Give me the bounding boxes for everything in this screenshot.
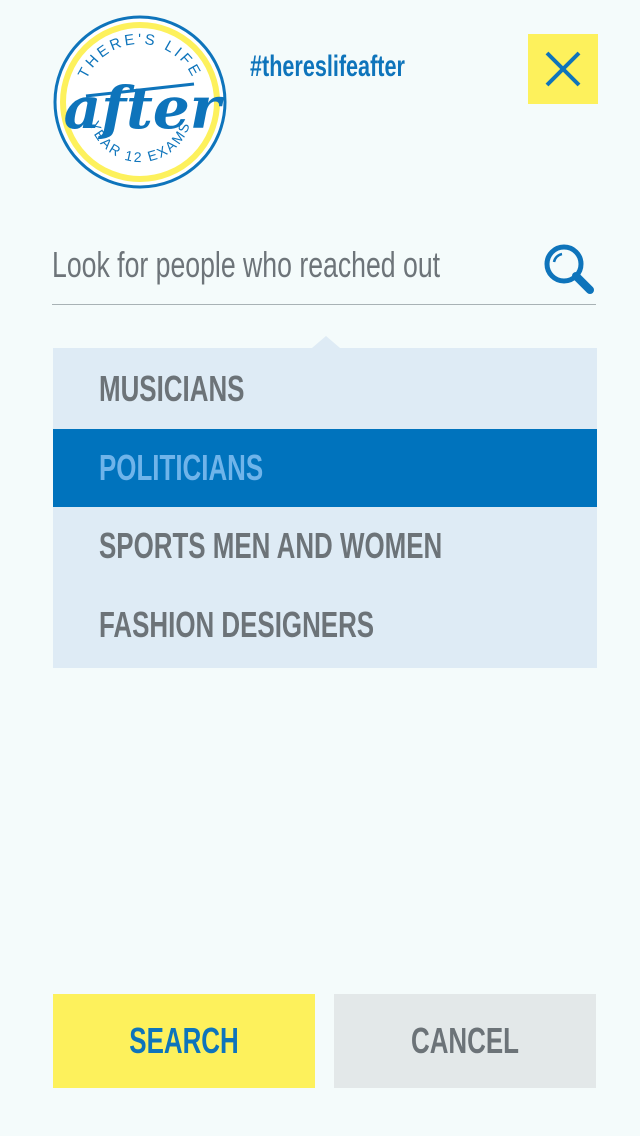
dropdown-item-label: POLITICIANS xyxy=(99,447,264,488)
search-input[interactable] xyxy=(52,240,496,290)
dropdown-item-politicians[interactable]: POLITICIANS xyxy=(53,429,597,507)
search-submit-button[interactable] xyxy=(542,242,598,298)
logo-main-text: after xyxy=(64,74,225,142)
hashtag-label: #thereslifeafter xyxy=(250,50,405,83)
close-button[interactable] xyxy=(528,34,598,104)
search-button-label: SEARCH xyxy=(129,1020,239,1061)
cancel-button[interactable]: CANCEL xyxy=(334,994,596,1088)
dropdown-item-fashion[interactable]: FASHION DESIGNERS xyxy=(53,586,597,664)
category-dropdown: MUSICIANS POLITICIANS SPORTS MEN AND WOM… xyxy=(53,348,597,668)
dropdown-item-musicians[interactable]: MUSICIANS xyxy=(53,350,597,428)
app-logo: THERE'S LIFE YEAR 12 EXAMS after xyxy=(52,14,228,190)
cancel-button-label: CANCEL xyxy=(411,1020,519,1061)
search-icon xyxy=(544,244,594,294)
close-icon xyxy=(545,51,581,87)
search-bar xyxy=(52,232,596,305)
dropdown-item-label: SPORTS MEN AND WOMEN xyxy=(99,525,443,566)
dropdown-item-sports[interactable]: SPORTS MEN AND WOMEN xyxy=(53,507,597,585)
search-button[interactable]: SEARCH xyxy=(53,994,315,1088)
dropdown-pointer xyxy=(312,336,340,348)
dropdown-item-label: FASHION DESIGNERS xyxy=(99,604,375,645)
dropdown-item-label: MUSICIANS xyxy=(99,368,245,409)
